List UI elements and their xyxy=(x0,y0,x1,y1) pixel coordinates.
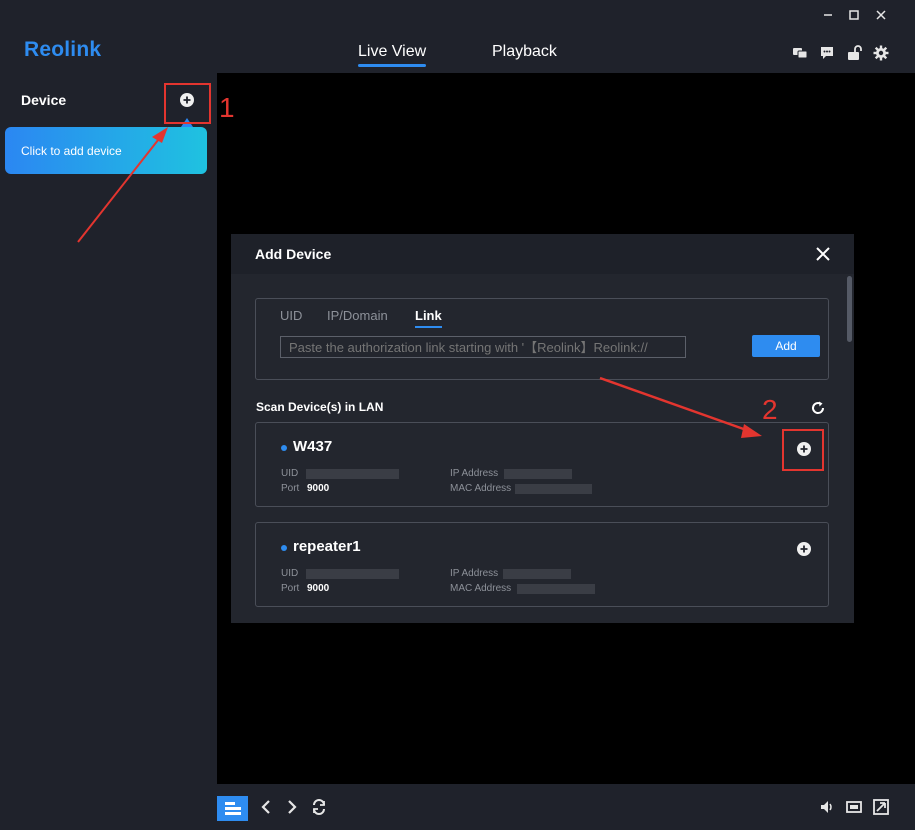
maximize-icon[interactable] xyxy=(842,4,866,26)
device-card-w437: W437 UID Port 9000 IP Address MAC Addres… xyxy=(255,422,829,507)
minimize-icon[interactable] xyxy=(816,4,840,26)
chat-icon[interactable] xyxy=(791,44,809,62)
annotation-step-2: 2 xyxy=(762,394,778,425)
ip-label: IP Address xyxy=(450,568,499,579)
bottom-toolbar xyxy=(217,784,915,830)
port-label: Port xyxy=(281,583,300,594)
mac-value-redacted xyxy=(517,584,595,594)
tab-link[interactable]: Link xyxy=(415,308,442,328)
dialog-header: Add Device xyxy=(231,234,854,274)
add-device-dialog: Add Device UID IP/Domain Link Add Scan D… xyxy=(231,234,854,623)
tab-ip-domain[interactable]: IP/Domain xyxy=(327,308,388,323)
uid-label: UID xyxy=(281,468,299,479)
sidebar-title: Device xyxy=(21,92,67,108)
annotation-step-1: 1 xyxy=(219,92,235,123)
device-card-repeater1: repeater1 UID Port 9000 IP Address MAC A… xyxy=(255,522,829,607)
link-input[interactable] xyxy=(280,336,686,358)
dialog-title: Add Device xyxy=(255,246,332,262)
uid-label: UID xyxy=(281,568,299,579)
scan-section-title: Scan Device(s) in LAN xyxy=(256,400,384,414)
dialog-scrollbar[interactable] xyxy=(847,276,852,342)
device-sidebar: Device Click to add device xyxy=(0,73,217,830)
refresh-icon[interactable] xyxy=(810,400,826,416)
rotate-icon[interactable] xyxy=(310,798,328,816)
screen-icon[interactable] xyxy=(845,798,863,816)
device-name: W437 xyxy=(293,438,333,455)
add-device-tooltip[interactable]: Click to add device xyxy=(5,127,207,174)
add-device-hint: Click to add device xyxy=(21,144,122,158)
close-window-icon[interactable] xyxy=(869,4,893,26)
ip-label: IP Address xyxy=(450,468,499,479)
status-dot xyxy=(281,545,287,551)
add-button[interactable]: Add xyxy=(752,335,820,357)
tab-playback[interactable]: Playback xyxy=(492,43,557,61)
status-dot xyxy=(281,445,287,451)
prev-icon[interactable] xyxy=(257,798,275,816)
add-method-panel: UID IP/Domain Link Add xyxy=(255,298,829,380)
unlock-icon[interactable] xyxy=(845,44,863,62)
next-icon[interactable] xyxy=(283,798,301,816)
plus-circle-icon xyxy=(797,542,811,556)
port-value: 9000 xyxy=(307,583,330,594)
dialog-body: UID IP/Domain Link Add Scan Device(s) in… xyxy=(231,274,854,623)
ip-value-redacted xyxy=(503,569,571,579)
fullscreen-icon[interactable] xyxy=(872,798,890,816)
volume-icon[interactable] xyxy=(818,798,836,816)
title-bar: Reolink Live View Playback xyxy=(0,0,915,73)
close-icon[interactable] xyxy=(814,245,832,263)
mac-value-redacted xyxy=(515,484,592,494)
message-icon[interactable] xyxy=(818,44,836,62)
tab-uid[interactable]: UID xyxy=(280,308,302,323)
reolink-logo: Reolink xyxy=(24,38,102,61)
add-device-repeater1-button[interactable] xyxy=(795,540,813,558)
ip-value-redacted xyxy=(504,469,572,479)
uid-value-redacted xyxy=(306,569,399,579)
mac-label: MAC Address xyxy=(450,583,512,594)
annotation-box-1 xyxy=(164,83,211,124)
tab-live-view[interactable]: Live View xyxy=(358,43,427,67)
device-name: repeater1 xyxy=(293,538,361,555)
port-label: Port xyxy=(281,483,300,494)
uid-value-redacted xyxy=(306,469,399,479)
gear-icon[interactable] xyxy=(872,44,890,62)
annotation-box-2 xyxy=(782,429,824,471)
mac-label: MAC Address xyxy=(450,483,512,494)
layout-icon[interactable] xyxy=(217,796,248,821)
port-value: 9000 xyxy=(307,483,330,494)
